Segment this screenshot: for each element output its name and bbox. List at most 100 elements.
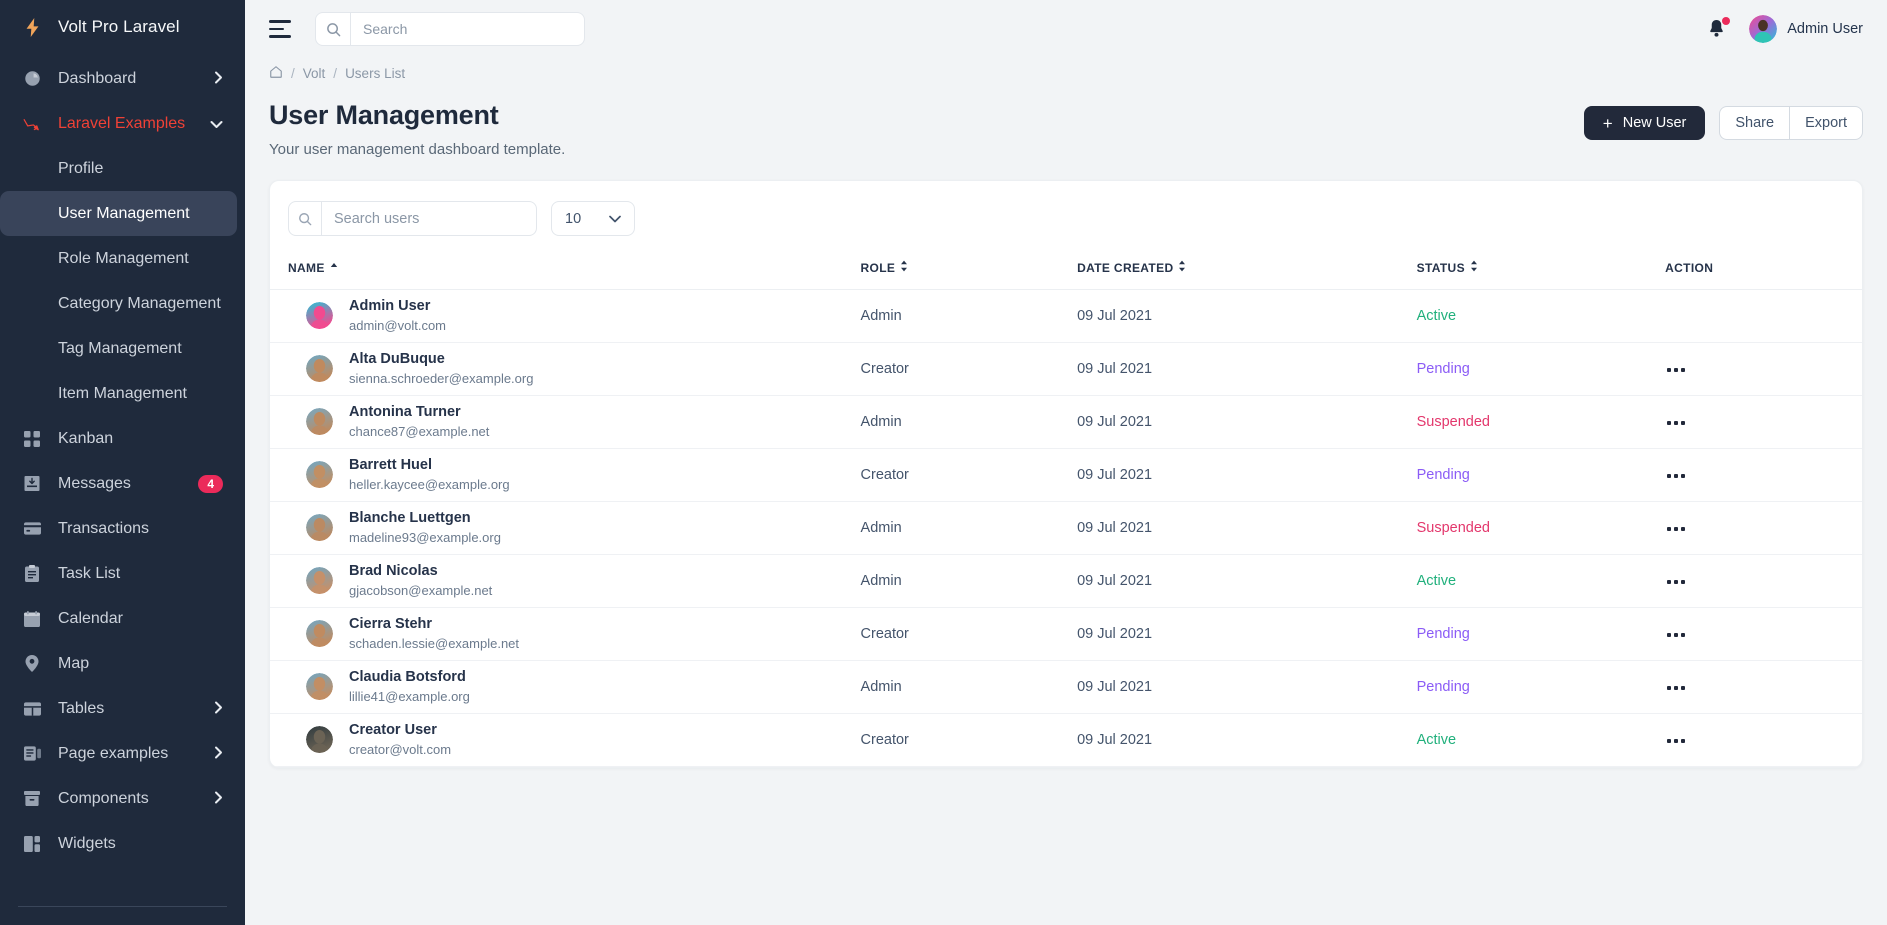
cell-status: Active: [1416, 289, 1666, 343]
row-actions-menu-icon[interactable]: [1665, 415, 1687, 431]
sidebar-item-kanban[interactable]: Kanban: [0, 416, 245, 461]
cell-action: [1665, 342, 1862, 396]
sidebar-item-profile[interactable]: Profile: [0, 146, 245, 191]
cell-date-created: 09 Jul 2021: [1077, 342, 1417, 396]
row-actions-menu-icon[interactable]: [1665, 627, 1687, 643]
chevron-right-icon: [214, 71, 223, 87]
main-area: Admin User / Volt / Users List User Mana…: [245, 0, 1887, 925]
table-toolbar: 10: [270, 181, 1862, 252]
sidebar-item-task-list[interactable]: Task List: [0, 551, 245, 596]
sidebar-item-label: Tables: [58, 699, 105, 717]
cell-action: [1665, 448, 1862, 502]
column-header-name[interactable]: NAME: [270, 252, 861, 290]
laravel-icon: [22, 114, 42, 134]
sidebar-item-tag-management[interactable]: Tag Management: [0, 326, 245, 371]
users-search-input[interactable]: [322, 210, 536, 227]
page-title: User Management: [269, 100, 499, 130]
sidebar-item-map[interactable]: Map: [0, 641, 245, 686]
sidebar-item-role-management[interactable]: Role Management: [0, 236, 245, 281]
widgets-icon: [22, 834, 42, 854]
sidebar-item-label: Task List: [58, 564, 121, 582]
user-name: Creator User: [349, 722, 437, 739]
per-page-select[interactable]: 10: [551, 201, 635, 236]
sidebar-item-label: Category Management: [58, 294, 221, 312]
breadcrumb-item-users-list: Users List: [345, 65, 406, 81]
global-search[interactable]: [315, 12, 585, 46]
cell-status: Pending: [1416, 448, 1666, 502]
column-header-role[interactable]: ROLE: [860, 252, 1078, 290]
grid-icon: [22, 429, 42, 449]
sidebar-item-messages[interactable]: Messages 4: [0, 461, 245, 506]
cell-name: Admin User admin@volt.com: [270, 289, 861, 343]
avatar: [306, 302, 333, 330]
breadcrumb-item-volt[interactable]: Volt: [303, 66, 326, 81]
sidebar-item-dashboard[interactable]: Dashboard: [0, 56, 245, 101]
sidebar-item-laravel-examples[interactable]: Laravel Examples: [0, 101, 245, 146]
table-row: Antonina Turner chance87@example.net Adm…: [270, 395, 1862, 449]
sort-both-icon: [1470, 260, 1478, 275]
sidebar-item-transactions[interactable]: Transactions: [0, 506, 245, 551]
search-icon: [316, 13, 351, 45]
sidebar-item-calendar[interactable]: Calendar: [0, 596, 245, 641]
page-header: User Management Your user management das…: [269, 100, 1863, 158]
sidebar-item-components[interactable]: Components: [0, 776, 245, 821]
cell-name: Cierra Stehr schaden.lessie@example.net: [270, 607, 861, 661]
column-header-label: STATUS: [1416, 260, 1465, 275]
user-name-label: Admin User: [1787, 21, 1863, 37]
user-name: Admin User: [349, 298, 431, 315]
status-badge: Active: [1416, 308, 1457, 324]
search-input[interactable]: [351, 13, 584, 45]
share-button[interactable]: Share: [1719, 106, 1790, 140]
sort-both-icon: [900, 260, 908, 275]
cell-role: Creator: [860, 342, 1078, 396]
user-name: Blanche Luettgen: [349, 510, 471, 527]
menu-toggle-icon[interactable]: [269, 18, 295, 40]
cell-date-created: 09 Jul 2021: [1077, 713, 1417, 767]
sidebar-item-tables[interactable]: Tables: [0, 686, 245, 731]
sidebar-item-page-examples[interactable]: Page examples: [0, 731, 245, 776]
sidebar-item-label: Messages: [58, 474, 131, 492]
sidebar-item-category-management[interactable]: Category Management: [0, 281, 245, 326]
row-actions-menu-icon[interactable]: [1665, 733, 1687, 749]
new-user-button[interactable]: + New User: [1583, 106, 1706, 140]
row-actions-menu-icon[interactable]: [1665, 680, 1687, 696]
brand[interactable]: Volt Pro Laravel: [0, 4, 245, 50]
table-row: Creator User creator@volt.com Creator 09…: [270, 713, 1862, 767]
cell-date-created: 09 Jul 2021: [1077, 448, 1417, 502]
row-actions-menu-icon[interactable]: [1665, 362, 1687, 378]
users-table-card: 10 NAME ROLE DATE CREATED STATUS ACTION: [269, 180, 1863, 768]
user-email: lillie41@example.org: [349, 689, 470, 704]
breadcrumb-sep-1: /: [291, 65, 295, 81]
avatar: [306, 355, 333, 383]
sidebar-item-user-management[interactable]: User Management: [0, 191, 237, 236]
avatar: [306, 620, 333, 648]
breadcrumb-sep-2: /: [333, 65, 338, 81]
status-badge: Suspended: [1416, 414, 1490, 430]
box-icon: [22, 789, 42, 809]
row-actions-menu-icon[interactable]: [1665, 468, 1687, 484]
user-menu[interactable]: Admin User: [1749, 15, 1863, 43]
column-header-status[interactable]: STATUS: [1416, 252, 1666, 290]
notifications-bell-icon[interactable]: [1707, 17, 1731, 40]
sidebar-item-label: Item Management: [58, 384, 187, 402]
users-search[interactable]: [288, 201, 537, 236]
cell-status: Pending: [1416, 660, 1666, 714]
export-button[interactable]: Export: [1789, 106, 1863, 140]
column-header-label: DATE CREATED: [1077, 260, 1174, 275]
row-actions-menu-icon[interactable]: [1665, 574, 1687, 590]
sidebar-item-label: Tag Management: [58, 339, 182, 357]
card-icon: [22, 519, 42, 539]
avatar: [306, 514, 333, 542]
column-header-date-created[interactable]: DATE CREATED: [1077, 252, 1417, 290]
cell-date-created: 09 Jul 2021: [1077, 660, 1417, 714]
cell-action: [1665, 607, 1862, 661]
row-actions-menu-icon[interactable]: [1665, 521, 1687, 537]
home-icon[interactable]: [269, 65, 283, 82]
sidebar-item-label: Widgets: [58, 834, 116, 852]
sidebar-item-item-management[interactable]: Item Management: [0, 371, 245, 416]
share-export-group: Share Export: [1719, 106, 1863, 140]
sidebar-item-widgets[interactable]: Widgets: [0, 821, 245, 866]
user-email: madeline93@example.org: [349, 530, 501, 545]
sidebar-item-label: Dashboard: [58, 69, 137, 87]
user-name: Cierra Stehr: [349, 616, 433, 633]
